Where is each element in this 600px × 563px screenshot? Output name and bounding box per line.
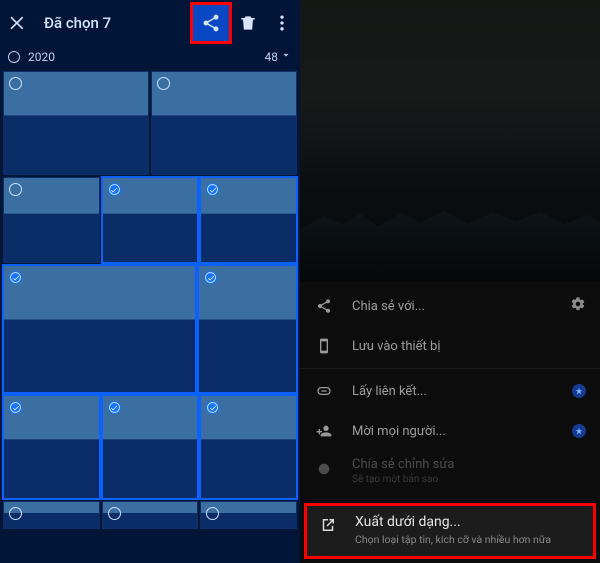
opt-save-device[interactable]: Lưu vào thiết bị bbox=[300, 326, 600, 366]
select-ring-icon[interactable] bbox=[206, 507, 219, 520]
trash-icon[interactable] bbox=[236, 11, 260, 35]
opt-export-as[interactable]: Xuất dưới dạng... Chọn loại tập tin, kíc… bbox=[304, 503, 596, 559]
share-sheet: Chia sẻ với... Lưu vào thiết bị Lấy liên… bbox=[300, 282, 600, 563]
person-add-icon bbox=[314, 423, 334, 439]
year-row[interactable]: 2020 48 bbox=[0, 45, 300, 68]
share-icon[interactable] bbox=[199, 11, 223, 35]
select-check-icon[interactable] bbox=[206, 183, 219, 196]
year-ring-icon bbox=[8, 51, 20, 63]
gear-icon[interactable] bbox=[570, 296, 586, 316]
opt-label: Mời mọi người... bbox=[352, 424, 572, 439]
link-icon bbox=[314, 383, 334, 399]
thumb[interactable] bbox=[200, 177, 297, 263]
thumb[interactable] bbox=[200, 395, 297, 499]
select-check-icon[interactable] bbox=[9, 401, 22, 414]
share-highlight bbox=[190, 2, 232, 44]
opt-share-edit: Chia sẻ chỉnh sửa Sẽ tạo một bản sao bbox=[300, 451, 600, 497]
select-ring-icon[interactable] bbox=[9, 183, 22, 196]
thumb[interactable] bbox=[3, 177, 100, 263]
select-check-icon[interactable] bbox=[204, 271, 217, 284]
year-label: 2020 bbox=[28, 50, 265, 64]
share-icon bbox=[314, 298, 334, 314]
preview-image bbox=[300, 0, 600, 282]
star-badge-icon bbox=[572, 424, 586, 438]
more-icon[interactable] bbox=[270, 11, 294, 35]
export-title: Xuất dưới dạng... bbox=[355, 514, 551, 530]
thumb[interactable] bbox=[102, 501, 199, 529]
thumb[interactable] bbox=[151, 71, 297, 175]
select-ring-icon[interactable] bbox=[9, 507, 22, 520]
opt-get-link[interactable]: Lấy liên kết... bbox=[300, 371, 600, 411]
thumb[interactable] bbox=[3, 395, 100, 499]
thumb[interactable] bbox=[102, 395, 199, 499]
opt-sublabel: Sẽ tạo một bản sao bbox=[352, 474, 454, 485]
opt-label: Chia sẻ chỉnh sửa bbox=[352, 457, 454, 472]
thumbnail-grid bbox=[0, 68, 300, 563]
opt-label: Chia sẻ với... bbox=[352, 299, 570, 314]
export-icon bbox=[319, 516, 339, 538]
opt-share-with[interactable]: Chia sẻ với... bbox=[300, 286, 600, 326]
edit-share-icon bbox=[314, 461, 334, 477]
select-check-icon[interactable] bbox=[108, 401, 121, 414]
thumb[interactable] bbox=[102, 177, 199, 263]
year-count: 48 bbox=[265, 50, 279, 64]
export-subtitle: Chọn loại tập tin, kích cỡ và nhiều hơn … bbox=[355, 533, 551, 546]
thumb[interactable] bbox=[198, 265, 297, 393]
opt-label: Lưu vào thiết bị bbox=[352, 339, 586, 354]
thumb[interactable] bbox=[3, 71, 149, 175]
select-ring-icon[interactable] bbox=[157, 77, 170, 90]
thumb[interactable] bbox=[3, 501, 100, 529]
select-ring-icon[interactable] bbox=[9, 77, 22, 90]
gallery-pane: Đã chọn 7 2020 48 bbox=[0, 0, 300, 563]
opt-invite[interactable]: Mời mọi người... bbox=[300, 411, 600, 451]
star-badge-icon bbox=[572, 384, 586, 398]
select-ring-icon[interactable] bbox=[108, 507, 121, 520]
thumb[interactable] bbox=[3, 265, 196, 393]
thumb[interactable] bbox=[200, 501, 297, 529]
opt-label: Lấy liên kết... bbox=[352, 384, 572, 399]
selection-topbar: Đã chọn 7 bbox=[0, 0, 300, 45]
phone-icon bbox=[314, 338, 334, 354]
select-check-icon[interactable] bbox=[108, 183, 121, 196]
preview-pane: Chia sẻ với... Lưu vào thiết bị Lấy liên… bbox=[300, 0, 600, 563]
selection-title: Đã chọn 7 bbox=[44, 14, 190, 32]
separator bbox=[300, 368, 600, 369]
select-check-icon[interactable] bbox=[206, 401, 219, 414]
chevron-down-icon bbox=[280, 49, 292, 64]
close-icon[interactable] bbox=[6, 11, 30, 35]
select-check-icon[interactable] bbox=[9, 271, 22, 284]
